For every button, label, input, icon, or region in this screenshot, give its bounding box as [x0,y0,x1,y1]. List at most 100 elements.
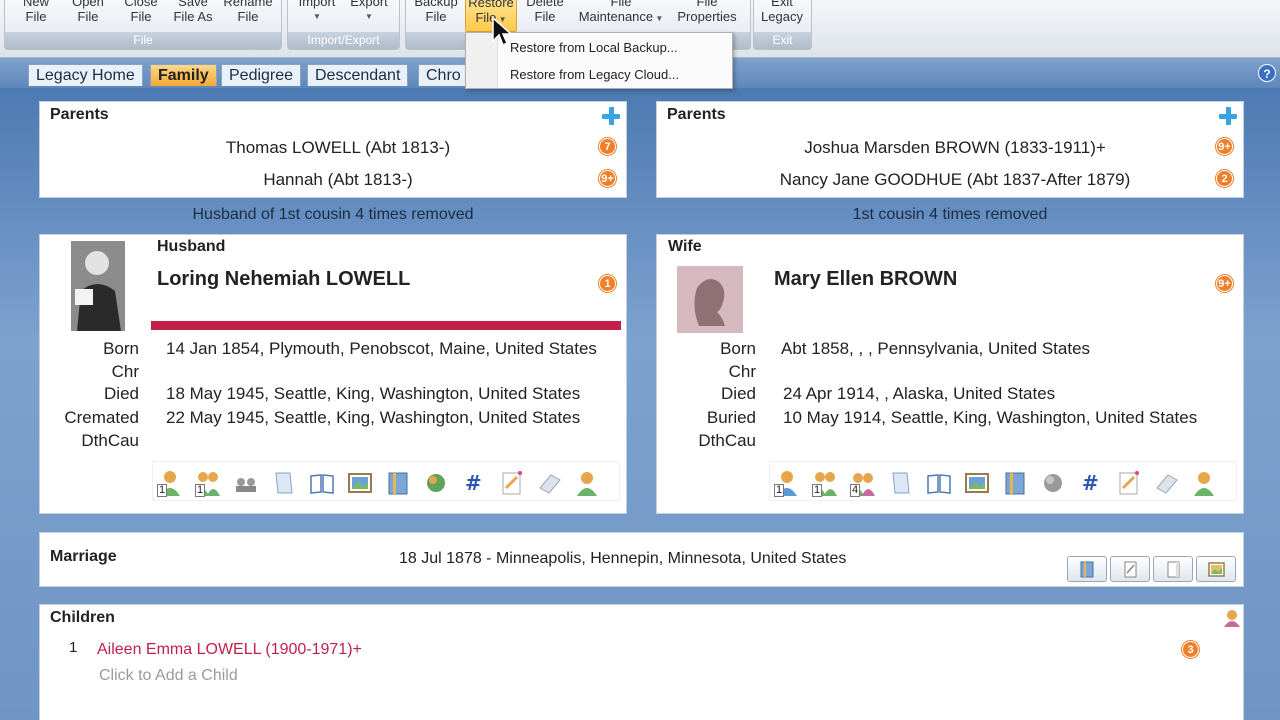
fact-value[interactable]: 10 May 1914, Seattle, King, Washington, … [783,408,1197,428]
marriage-panel: Marriage 18 Jul 1878 - Minneapolis, Henn… [39,532,1244,587]
help-icon[interactable]: ? [1258,64,1276,82]
delete-file-button[interactable]: Delete File [520,0,570,24]
marriage-notes-button[interactable] [1110,556,1150,582]
marriage-pictures-button[interactable] [1196,556,1236,582]
sources-icon[interactable] [926,470,952,496]
marriage-sources-button[interactable] [1067,556,1107,582]
fact-value[interactable]: 14 Jan 1854, Plymouth, Penobscot, Maine,… [166,339,597,359]
father-name[interactable]: Thomas LOWELL (Abt 1813-) [40,138,636,158]
wife-role-label: Wife [668,238,702,255]
journal-icon[interactable] [1154,470,1180,496]
menu-item-restore-local-backup[interactable]: Restore from Local Backup... [510,40,678,55]
fact-label: DthCau [698,431,756,450]
mother-badge: 2 [1216,170,1233,187]
notes-icon [1124,561,1137,578]
rename-file-button[interactable]: Rename File [220,0,276,24]
child-index: 1 [69,639,78,656]
tab-chronology[interactable]: Chro [418,64,469,86]
associations-icon[interactable] [1192,470,1218,496]
mother-badge: 9+ [599,170,616,187]
mother-name[interactable]: Hannah (Abt 1813-) [40,170,636,190]
import-button[interactable]: Import ▼ [294,0,340,24]
file-maintenance-button[interactable]: File Maintenance ▼ [572,0,670,26]
child-badge: 3 [1182,641,1199,658]
journal-icon[interactable] [537,470,563,496]
fact-label: Died [721,384,756,403]
pictures-icon[interactable] [964,470,990,496]
father-name[interactable]: Joshua Marsden BROWN (1833-1911)+ [657,138,1253,158]
addresses-icon[interactable] [423,470,449,496]
chevron-down-icon: ▼ [313,12,321,21]
svg-text:#: # [1082,471,1099,495]
fact-label: Chr [728,362,756,381]
add-child-placeholder[interactable]: Click to Add a Child [99,667,238,685]
fact-label: Born [720,339,756,358]
tab-descendant[interactable]: Descendant [307,64,409,86]
new-file-button[interactable]: New File [16,0,56,24]
sources-icon[interactable] [309,470,335,496]
close-file-button[interactable]: Close File [120,0,162,24]
father-badge: 7 [599,138,616,155]
fact-label: Chr [111,362,139,381]
icon-count: 4 [850,484,861,497]
to-do-icon[interactable] [499,470,525,496]
file-properties-button[interactable]: File Properties [672,0,742,24]
exit-legacy-button[interactable]: Exit Legacy [757,0,807,24]
tab-family[interactable]: Family [150,64,217,86]
icon-count: 1 [195,484,206,497]
fact-value[interactable]: Abt 1858, , , Pennsylvania, United State… [781,339,1090,359]
husband-badge: 1 [599,275,616,292]
export-button[interactable]: Export ▼ [346,0,392,24]
marriage-value[interactable]: 18 Jul 1878 - Minneapolis, Hennepin, Min… [399,550,846,568]
rin-icon[interactable]: # [461,470,487,496]
chevron-down-icon: ▼ [365,12,373,21]
open-file-button[interactable]: Open File [68,0,108,24]
icon-count: 1 [812,484,823,497]
research-log-icon[interactable] [1002,470,1028,496]
children-title: Children [50,609,115,626]
pictures-icon [1208,562,1225,577]
child-name[interactable]: Aileen Emma LOWELL (1900-1971)+ [97,641,362,659]
marriage-title: Marriage [50,548,117,565]
parents-title: Parents [50,106,109,123]
save-file-as-button[interactable]: Save File As [170,0,216,24]
fact-label: Cremated [64,408,139,427]
father-badge: 9+ [1216,138,1233,155]
associations-icon[interactable] [575,470,601,496]
rin-icon[interactable]: # [1078,470,1104,496]
tab-pedigree[interactable]: Pedigree [221,64,302,86]
chevron-down-icon: ▼ [653,14,664,23]
menu-item-restore-legacy-cloud[interactable]: Restore from Legacy Cloud... [510,67,679,82]
husband-parents-panel: Parents Thomas LOWELL (Abt 1813-) 7 Hann… [39,101,627,198]
addresses-icon[interactable] [1040,470,1066,496]
children-panel: Children 1 Aileen Emma LOWELL (1900-1971… [39,604,1244,720]
add-parents-icon[interactable] [1219,107,1237,125]
fact-value[interactable]: 24 Apr 1914, , Alaska, United States [783,384,1055,404]
wife-parents-panel: Parents Joshua Marsden BROWN (1833-1911)… [656,101,1244,198]
child-list-icon[interactable] [1223,609,1241,627]
backup-file-button[interactable]: Backup File [410,0,462,24]
notes-icon[interactable] [271,470,297,496]
husband-photo[interactable] [71,241,125,331]
document-icon [1167,561,1180,578]
notes-icon[interactable] [888,470,914,496]
child-row[interactable]: 1 Aileen Emma LOWELL (1900-1971)+ 3 [40,639,1245,661]
fact-value[interactable]: 18 May 1945, Seattle, King, Washington, … [166,384,580,404]
tab-legacy-home[interactable]: Legacy Home [28,64,143,86]
to-do-icon[interactable] [1116,470,1142,496]
fact-value[interactable]: 22 May 1945, Seattle, King, Washington, … [166,408,580,428]
wife-panel: Wife Mary Ellen BROWN 9+ Born Abt 1858, … [656,234,1244,514]
husband-role-label: Husband [157,238,226,255]
sources-icon [1080,561,1094,578]
husband-color-bar [151,321,621,330]
husband-name[interactable]: Loring Nehemiah LOWELL [157,268,410,291]
wife-name[interactable]: Mary Ellen BROWN [774,268,957,291]
pictures-icon[interactable] [347,470,373,496]
wife-photo-placeholder[interactable] [677,266,743,333]
research-log-icon[interactable] [385,470,411,496]
mother-name[interactable]: Nancy Jane GOODHUE (Abt 1837-After 1879) [657,170,1253,190]
add-parents-icon[interactable] [602,107,620,125]
spouses-icon[interactable] [233,470,259,496]
marriage-document-button[interactable] [1153,556,1193,582]
svg-text:#: # [465,471,482,495]
